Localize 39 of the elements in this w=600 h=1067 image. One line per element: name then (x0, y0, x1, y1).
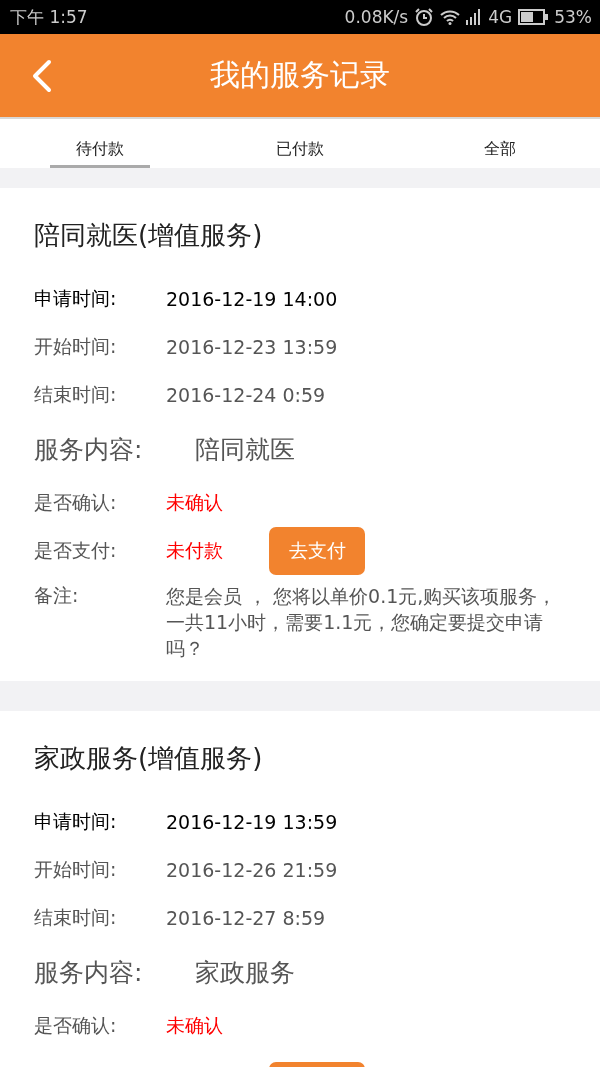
field-label: 是否确认: (34, 490, 118, 515)
record-title: 家政服务(增值服务) (34, 742, 263, 775)
field-value: 2016-12-24 0:59 (166, 384, 326, 406)
battery-percent: 53% (554, 7, 592, 27)
field-label: 结束时间: (34, 382, 118, 407)
tab[interactable]: 全部 (450, 119, 550, 168)
page-title: 我的服务记录 (210, 56, 390, 94)
field-value: 2016-12-26 21:59 (166, 859, 338, 881)
field-value: 陪同就医 (195, 433, 295, 466)
field-label: 是否确认: (34, 1013, 118, 1038)
field-label: 备注: (34, 583, 80, 608)
field-value: 2016-12-19 13:59 (166, 811, 338, 833)
network-type: 4G (488, 7, 513, 27)
field-label: 开始时间: (34, 857, 118, 882)
status-value: 未付款 (166, 538, 224, 563)
field-label: 申请时间: (34, 809, 118, 834)
tab[interactable]: 已付款 (250, 119, 350, 168)
network-speed: 0.08K/s (344, 7, 409, 27)
wifi-icon (440, 9, 461, 25)
back-icon[interactable] (30, 59, 54, 93)
field-label: 结束时间: (34, 905, 118, 930)
status-time: 下午 1:57 (10, 5, 88, 29)
alarm-icon (414, 7, 435, 27)
note-text: 您是会员 ， 您将以单价0.1元,购买该项服务，一共11小时，需要1.1元，您确定要提交申请吗？ (166, 584, 558, 661)
signal-icon (466, 9, 483, 25)
field-label: 服务内容: (34, 956, 144, 989)
field-value: 2016-12-19 14:00 (166, 288, 338, 310)
field-value: 2016-12-23 13:59 (166, 336, 338, 358)
field-label: 申请时间: (34, 286, 118, 311)
field-value: 家政服务 (195, 956, 295, 989)
field-label: 开始时间: (34, 334, 118, 359)
field-label: 服务内容: (34, 433, 144, 466)
status-value: 未确认 (166, 1013, 224, 1038)
field-label: 是否支付: (34, 538, 118, 563)
status-value: 未确认 (166, 490, 224, 515)
record-title: 陪同就医(增值服务) (34, 219, 263, 252)
field-value: 2016-12-27 8:59 (166, 907, 326, 929)
battery-icon (518, 9, 549, 25)
tab[interactable]: 待付款 (50, 119, 150, 168)
